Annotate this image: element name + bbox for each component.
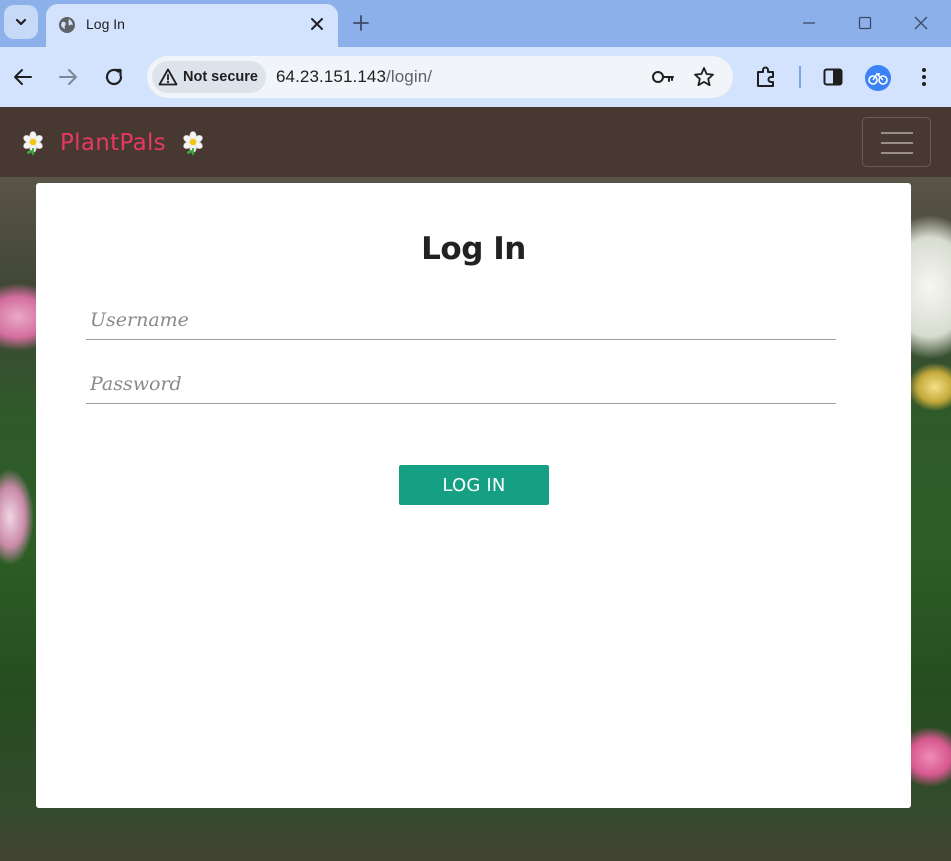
password-input[interactable] <box>86 364 836 404</box>
extensions-puzzle-icon[interactable] <box>753 64 779 90</box>
url-host: 64.23.151.143 <box>276 67 387 86</box>
tab-search-button[interactable] <box>4 5 38 39</box>
globe-icon <box>59 17 75 33</box>
url-text[interactable]: 64.23.151.143/login/ <box>276 67 432 87</box>
minimize-window-icon[interactable] <box>797 12 821 34</box>
url-path: /login/ <box>386 67 433 86</box>
site-navbar: PlantPals <box>0 107 951 177</box>
login-button[interactable]: LOG IN <box>399 465 549 505</box>
browser-tab-strip: Log In <box>0 0 951 47</box>
maximize-window-icon[interactable] <box>853 12 877 34</box>
login-card: Log In LOG IN <box>36 183 911 808</box>
hamburger-line <box>881 132 913 134</box>
hamburger-line <box>881 142 913 144</box>
close-tab-icon[interactable] <box>308 15 326 33</box>
browser-tab-active[interactable]: Log In <box>46 4 338 47</box>
forward-arrow-icon[interactable] <box>56 65 80 89</box>
security-label: Not secure <box>183 69 258 85</box>
username-input[interactable] <box>86 300 836 340</box>
browser-menu-icon[interactable] <box>912 65 936 89</box>
brand-link[interactable]: PlantPals <box>20 129 206 157</box>
brand-name: PlantPals <box>60 130 166 156</box>
hamburger-line <box>881 152 913 154</box>
back-arrow-icon[interactable] <box>11 65 35 89</box>
profile-avatar[interactable] <box>865 65 891 91</box>
side-panel-icon[interactable] <box>821 65 845 89</box>
reload-icon[interactable] <box>102 65 126 89</box>
bookmark-star-icon[interactable] <box>692 65 716 89</box>
warning-icon <box>158 68 178 86</box>
address-bar[interactable]: Not secure 64.23.151.143/login/ <box>147 56 733 98</box>
security-indicator[interactable]: Not secure <box>152 61 266 93</box>
new-tab-icon[interactable] <box>350 12 372 34</box>
profile-bicycle-icon <box>868 72 888 85</box>
tab-title: Log In <box>86 16 125 32</box>
web-page: PlantPals Log In Username LOG IN <box>0 107 951 861</box>
chevron-down-icon <box>15 18 27 26</box>
flower-icon <box>183 131 203 155</box>
toolbar-divider <box>799 66 801 88</box>
page-title: Log In <box>421 231 526 267</box>
browser-toolbar: Not secure 64.23.151.143/login/ <box>0 47 951 107</box>
password-key-icon[interactable] <box>650 66 676 88</box>
close-window-icon[interactable] <box>909 12 933 34</box>
navbar-toggle-button[interactable] <box>862 117 931 167</box>
flower-icon <box>23 131 43 155</box>
